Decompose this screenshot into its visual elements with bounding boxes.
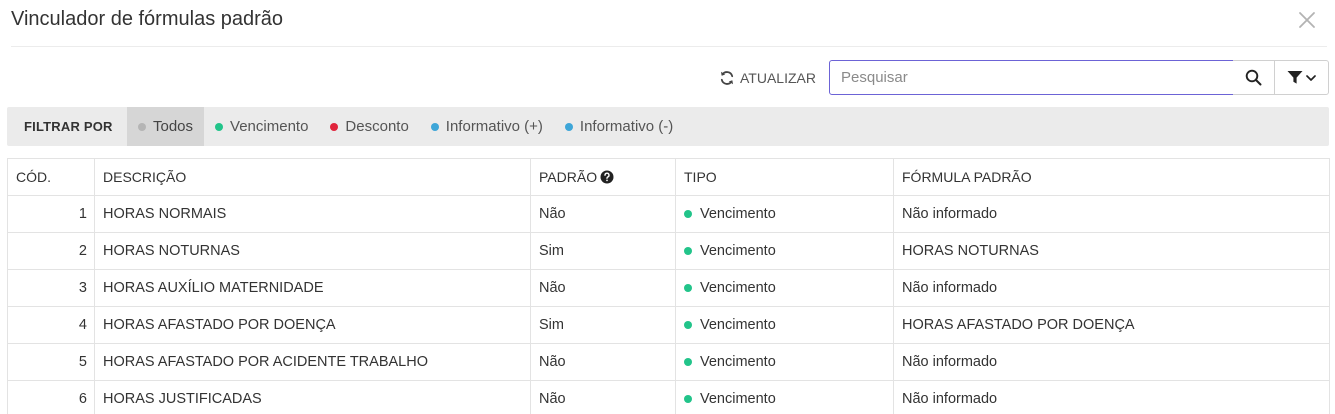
status-dot-icon: [330, 122, 339, 131]
tipo-label: Vencimento: [700, 206, 776, 222]
cell-descricao: HORAS AFASTADO POR DOENÇA: [94, 306, 531, 344]
cell-padrao: Não: [530, 343, 676, 381]
filter-chip-label: Informativo (+): [445, 118, 543, 135]
filter-chip-0[interactable]: Todos: [127, 107, 205, 146]
close-icon: [1299, 12, 1315, 28]
cell-descricao: HORAS NORMAIS: [94, 195, 531, 233]
filter-chip-2[interactable]: Desconto: [319, 107, 419, 146]
column-header-tipo[interactable]: TIPO: [675, 158, 894, 196]
status-dot-icon: [564, 122, 573, 131]
status-dot-icon: [138, 122, 146, 131]
filter-chip-4[interactable]: Informativo (-): [554, 107, 684, 146]
cell-tipo: Vencimento: [675, 232, 894, 270]
filter-chip-label: Informativo (-): [579, 118, 674, 135]
cell-cod: 6: [7, 380, 95, 414]
tipo-indicator: Vencimento: [684, 243, 885, 259]
cell-cod: 3: [7, 269, 95, 307]
cell-tipo: Vencimento: [675, 343, 894, 381]
dialog-title: Vinculador de fórmulas padrão: [11, 8, 284, 30]
tipo-label: Vencimento: [700, 243, 776, 259]
cell-padrao: Sim: [530, 232, 676, 270]
search-input[interactable]: [829, 60, 1234, 95]
status-dot-icon: [684, 247, 692, 255]
cell-cod: 2: [7, 232, 95, 270]
formulas-table: CÓD. DESCRIÇÃO PADRÃO TIPO FÓRMULA PADRÃ…: [7, 158, 1330, 414]
filter-chip-1[interactable]: Vencimento: [204, 107, 319, 146]
cell-formula: HORAS NOTURNAS: [893, 232, 1330, 270]
cell-descricao: HORAS NOTURNAS: [94, 232, 531, 270]
search-icon: [1245, 69, 1262, 86]
filter-dropdown-button[interactable]: [1274, 60, 1329, 95]
refresh-label: ATUALIZAR: [740, 70, 816, 86]
search-button[interactable]: [1233, 60, 1275, 95]
status-dot-icon: [684, 395, 692, 403]
chevron-down-icon: [1306, 74, 1316, 81]
cell-tipo: Vencimento: [675, 269, 894, 307]
tipo-indicator: Vencimento: [684, 280, 885, 296]
tipo-indicator: Vencimento: [684, 354, 885, 370]
cell-cod: 4: [7, 306, 95, 344]
cell-formula: HORAS AFASTADO POR DOENÇA: [893, 306, 1330, 344]
filter-chip-label: Todos: [153, 118, 194, 135]
table-row[interactable]: 6 HORAS JUSTIFICADAS Não Vencimento Não info…: [7, 380, 1330, 414]
status-dot-icon: [684, 358, 692, 366]
filter-chip-label: Desconto: [345, 118, 409, 135]
column-header-descricao[interactable]: DESCRIÇÃO: [94, 158, 531, 196]
cell-cod: 5: [7, 343, 95, 381]
status-dot-icon: [684, 284, 692, 292]
cell-padrao: Sim: [530, 306, 676, 344]
cell-padrao: Não: [530, 380, 676, 414]
tipo-indicator: Vencimento: [684, 206, 885, 222]
cell-tipo: Vencimento: [675, 195, 894, 233]
table-row[interactable]: 3 HORAS AUXÍLIO MATERNIDADE Não Vencimento N…: [7, 269, 1330, 307]
column-header-padrao-label: PADRÃO: [539, 169, 598, 185]
cell-descricao: HORAS JUSTIFICADAS: [94, 380, 531, 414]
dialog-header: Vinculador de fórmulas padrão: [0, 0, 1335, 47]
cell-descricao: HORAS AFASTADO POR ACIDENTE TRABALHO: [94, 343, 531, 381]
cell-formula: Não informado: [893, 343, 1330, 381]
tipo-label: Vencimento: [700, 354, 776, 370]
status-dot-icon: [684, 321, 692, 329]
toolbar: ATUALIZAR: [0, 60, 1335, 96]
column-header-cod[interactable]: CÓD.: [7, 158, 95, 196]
status-dot-icon: [684, 210, 692, 218]
cell-padrao: Não: [530, 195, 676, 233]
cell-formula: Não informado: [893, 195, 1330, 233]
cell-tipo: Vencimento: [675, 380, 894, 414]
filter-chip-3[interactable]: Informativo (+): [420, 107, 554, 146]
tipo-indicator: Vencimento: [684, 391, 885, 407]
refresh-button[interactable]: ATUALIZAR: [719, 67, 816, 89]
tipo-label: Vencimento: [700, 391, 776, 407]
tipo-label: Vencimento: [700, 317, 776, 333]
table-row[interactable]: 4 HORAS AFASTADO POR DOENÇA Sim Vencimento H…: [7, 306, 1330, 344]
refresh-icon: [720, 71, 734, 85]
status-dot-icon: [215, 122, 224, 131]
column-header-formula[interactable]: FÓRMULA PADRÃO: [893, 158, 1330, 196]
column-header-padrao[interactable]: PADRÃO: [530, 158, 676, 196]
help-icon[interactable]: [600, 170, 614, 184]
filter-icon: [1287, 71, 1303, 84]
table-row[interactable]: 2 HORAS NOTURNAS Sim Vencimento HORAS NOTURN…: [7, 232, 1330, 270]
header-divider: [11, 46, 1327, 47]
tipo-indicator: Vencimento: [684, 317, 885, 333]
cell-formula: Não informado: [893, 380, 1330, 414]
cell-padrao: Não: [530, 269, 676, 307]
filter-label: FILTRAR POR: [24, 119, 113, 134]
filter-bar: FILTRAR POR Todos Vencimento Desconto Infor…: [7, 107, 1329, 146]
filter-chip-label: Vencimento: [230, 118, 309, 135]
status-dot-icon: [430, 122, 439, 131]
tipo-label: Vencimento: [700, 280, 776, 296]
table-row[interactable]: 5 HORAS AFASTADO POR ACIDENTE TRABALHO Não…: [7, 343, 1330, 381]
cell-tipo: Vencimento: [675, 306, 894, 344]
cell-cod: 1: [7, 195, 95, 233]
table-header-row: CÓD. DESCRIÇÃO PADRÃO TIPO FÓRMULA PADRÃ…: [7, 158, 1330, 196]
table-row[interactable]: 1 HORAS NORMAIS Não Vencimento Não informado: [7, 195, 1330, 233]
cell-descricao: HORAS AUXÍLIO MATERNIDADE: [94, 269, 531, 307]
close-button[interactable]: [1295, 6, 1319, 34]
cell-formula: Não informado: [893, 269, 1330, 307]
